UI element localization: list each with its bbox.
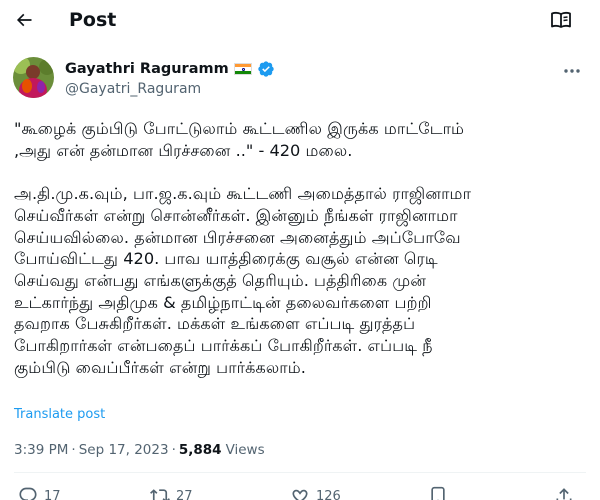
avatar-image xyxy=(13,57,54,98)
reply-button[interactable]: 17 xyxy=(18,486,61,500)
reply-count: 17 xyxy=(44,488,61,500)
reader-mode-icon xyxy=(551,11,571,28)
share-button[interactable] xyxy=(554,486,574,500)
meta-separator: · xyxy=(171,442,176,458)
bookmark-icon xyxy=(431,486,445,500)
meta-separator: · xyxy=(71,442,76,458)
post-date[interactable]: Sep 17, 2023 xyxy=(79,441,169,459)
like-icon xyxy=(292,489,308,500)
action-bar: 17 27 126 xyxy=(14,486,586,500)
repost-count: 27 xyxy=(176,488,193,500)
top-bar: Post xyxy=(0,0,600,40)
views-count: 5,884 xyxy=(178,442,222,458)
avatar[interactable] xyxy=(13,57,54,98)
bookmark-button[interactable] xyxy=(428,486,448,500)
more-horizontal-icon xyxy=(564,69,580,73)
page-title: Post xyxy=(69,9,117,31)
post-text: "கூழைக் கும்பிடு போட்டுலாம் கூட்டணில இரு… xyxy=(14,119,472,377)
india-flag-icon xyxy=(233,63,252,75)
divider xyxy=(14,472,586,473)
verified-badge-icon xyxy=(258,61,274,77)
views-label: Views xyxy=(225,442,265,458)
author-name[interactable]: Gayathri Raguramm xyxy=(65,59,229,79)
translate-post-link[interactable]: Translate post xyxy=(14,406,105,424)
repost-icon xyxy=(150,489,170,500)
post-meta: 3:39 PM · Sep 17, 2023 · 5,884 Views xyxy=(14,441,265,459)
repost-button[interactable]: 27 xyxy=(150,486,193,500)
author-handle[interactable]: @Gayatri_Raguram xyxy=(65,79,201,99)
post-time[interactable]: 3:39 PM xyxy=(14,441,68,459)
back-button[interactable] xyxy=(12,8,36,32)
reader-mode-button[interactable] xyxy=(548,8,574,32)
reply-icon xyxy=(19,487,37,500)
share-icon xyxy=(556,488,572,500)
author-row: Gayathri Raguramm @Gayatri_Raguram xyxy=(13,57,593,101)
arrow-left-icon xyxy=(16,13,32,27)
like-button[interactable]: 126 xyxy=(290,486,341,500)
name-row: Gayathri Raguramm xyxy=(65,59,275,79)
like-count: 126 xyxy=(316,488,341,500)
more-options-button[interactable] xyxy=(559,61,585,81)
